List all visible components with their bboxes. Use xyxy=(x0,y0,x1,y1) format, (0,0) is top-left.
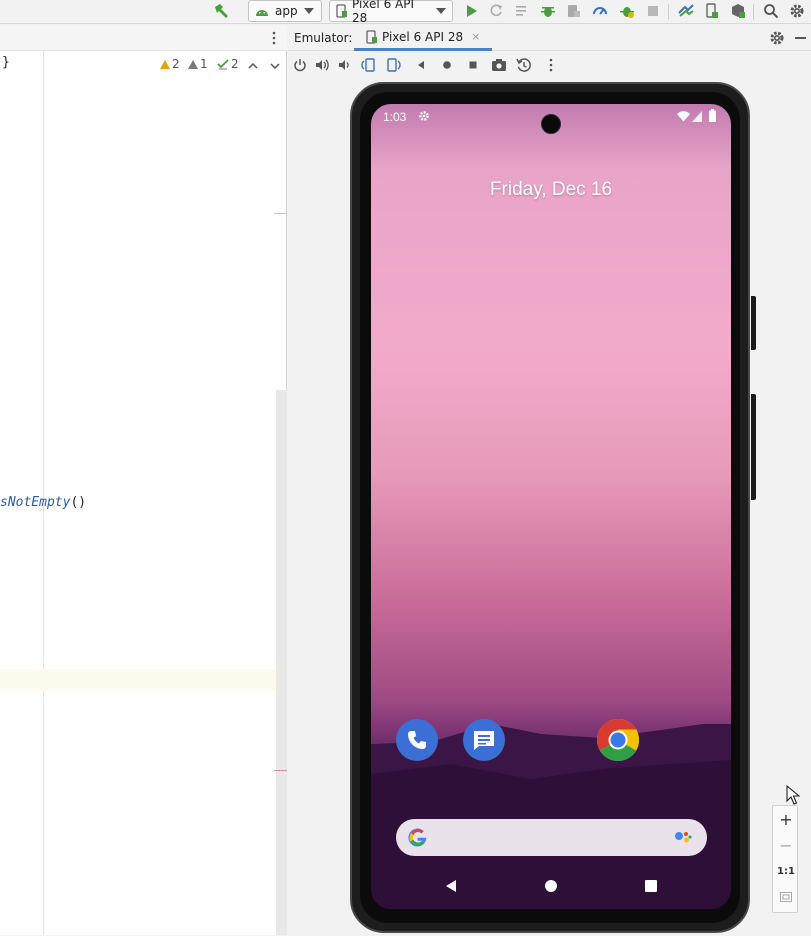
sdk-icon[interactable] xyxy=(729,2,747,20)
android-icon xyxy=(255,6,269,16)
device-icon xyxy=(366,29,378,44)
gutter-line xyxy=(43,51,44,935)
chevron-down-icon xyxy=(303,8,314,14)
phone-app-icon[interactable] xyxy=(396,719,438,761)
emulator-label: Emulator: xyxy=(294,31,353,45)
weak-warning-count: 1 xyxy=(200,57,208,71)
chevron-down-icon[interactable] xyxy=(270,59,280,73)
nav-home-icon[interactable] xyxy=(541,876,561,896)
volume-side-button[interactable] xyxy=(751,394,756,500)
settings-icon xyxy=(418,110,430,125)
volume-down-icon[interactable] xyxy=(336,57,352,73)
closing-brace: } xyxy=(2,55,10,70)
home-icon[interactable] xyxy=(439,57,455,73)
apply-code-icon[interactable] xyxy=(513,2,531,20)
zoom-out-button[interactable]: − xyxy=(773,832,799,858)
current-line-highlight xyxy=(0,669,276,691)
ide-window: app Pixel 6 API 28} 2 1 2 sNotEmpty() E… xyxy=(0,0,811,936)
emulator-controls xyxy=(288,52,811,78)
emulator-panel: Emulator: Pixel 6 API 28 × 1:03 Friday, … xyxy=(288,25,811,935)
device-frame: 1:03 Friday, Dec 16 xyxy=(350,82,756,933)
scroll-marker xyxy=(274,213,287,214)
wifi-icon xyxy=(677,111,690,125)
settings-icon[interactable] xyxy=(788,2,806,20)
more-icon[interactable] xyxy=(543,57,559,73)
zoom-actual-size-button[interactable]: 1:1 xyxy=(773,858,799,884)
hammer-icon[interactable] xyxy=(212,2,230,20)
chevron-up-icon[interactable] xyxy=(248,59,258,73)
run-config-dropdown[interactable]: app xyxy=(248,0,322,22)
sync-icon[interactable] xyxy=(677,2,695,20)
snapshot-icon[interactable] xyxy=(516,57,532,73)
volume-up-icon[interactable] xyxy=(314,57,330,73)
error-marker[interactable] xyxy=(274,770,287,771)
inspection-warnings[interactable]: 2 xyxy=(160,57,180,71)
camera-cutout xyxy=(541,114,561,134)
tab-pixel-6-api-28[interactable]: Pixel 6 API 28 × xyxy=(354,25,493,51)
zoom-in-button[interactable]: + xyxy=(773,806,799,832)
chevron-down-icon xyxy=(436,8,446,14)
debug-icon[interactable] xyxy=(539,2,557,20)
apply-changes-icon[interactable] xyxy=(487,2,505,20)
fit-screen-icon[interactable] xyxy=(773,884,799,910)
inspection-typos[interactable]: 2 xyxy=(217,57,239,71)
signal-icon xyxy=(692,111,702,125)
warning-icon xyxy=(160,59,170,69)
stop-icon[interactable] xyxy=(644,2,662,20)
toolbar-divider xyxy=(753,4,754,20)
nav-overview-icon[interactable] xyxy=(641,876,661,896)
tab-label: Pixel 6 API 28 xyxy=(382,29,464,44)
chrome-app-icon[interactable] xyxy=(597,719,639,761)
run-config-label: app xyxy=(275,4,298,18)
settings-icon[interactable] xyxy=(769,30,785,49)
status-time: 1:03 xyxy=(383,110,407,124)
rotate-left-icon[interactable] xyxy=(360,57,376,73)
overview-icon[interactable] xyxy=(465,57,481,73)
device-dropdown[interactable]: Pixel 6 API 28 xyxy=(329,0,453,25)
date-widget[interactable]: Friday, Dec 16 xyxy=(371,179,731,201)
emulator-tab-bar: Emulator: Pixel 6 API 28 × xyxy=(288,25,811,51)
google-search-bar[interactable] xyxy=(396,819,707,856)
close-icon[interactable]: × xyxy=(471,30,480,43)
toolbar-divider xyxy=(668,4,669,20)
google-g-icon xyxy=(407,827,428,851)
messages-app-icon[interactable] xyxy=(463,719,505,761)
power-side-button[interactable] xyxy=(751,296,756,350)
device-screen[interactable]: 1:03 Friday, Dec 16 xyxy=(371,104,731,909)
function-name: sNotEmpty xyxy=(0,495,71,510)
editor-scrollbar[interactable] xyxy=(276,390,287,935)
function-parens: () xyxy=(70,495,87,510)
typo-check-icon xyxy=(217,58,229,70)
editor-header xyxy=(0,25,287,51)
inspection-weak-warnings[interactable]: 1 xyxy=(188,57,208,71)
code-line[interactable]: sNotEmpty() xyxy=(0,495,86,510)
minimize-icon[interactable] xyxy=(795,37,806,39)
code-editor[interactable]: } 2 1 2 sNotEmpty() xyxy=(0,25,287,935)
typo-count: 2 xyxy=(231,57,239,71)
power-icon[interactable] xyxy=(292,57,308,73)
battery-icon xyxy=(709,109,716,125)
run-icon[interactable] xyxy=(462,2,480,20)
screenshot-icon[interactable] xyxy=(491,57,507,73)
zoom-controls: + − 1:1 xyxy=(772,805,798,913)
back-icon[interactable] xyxy=(413,57,429,73)
search-icon[interactable] xyxy=(762,2,780,20)
device-manager-icon[interactable] xyxy=(703,2,721,20)
assistant-icon[interactable] xyxy=(674,830,692,849)
profile-icon[interactable] xyxy=(591,2,609,20)
device-icon xyxy=(336,4,348,18)
coverage-icon[interactable] xyxy=(618,2,636,20)
main-toolbar: app Pixel 6 API 28 xyxy=(0,0,811,25)
device-label: Pixel 6 API 28 xyxy=(352,0,415,25)
nav-back-icon[interactable] xyxy=(441,876,461,896)
weak-warning-icon xyxy=(188,59,198,69)
warning-count: 2 xyxy=(172,57,180,71)
rotate-right-icon[interactable] xyxy=(386,57,402,73)
attach-debugger-icon[interactable] xyxy=(565,2,583,20)
more-vert-icon[interactable] xyxy=(271,31,277,45)
